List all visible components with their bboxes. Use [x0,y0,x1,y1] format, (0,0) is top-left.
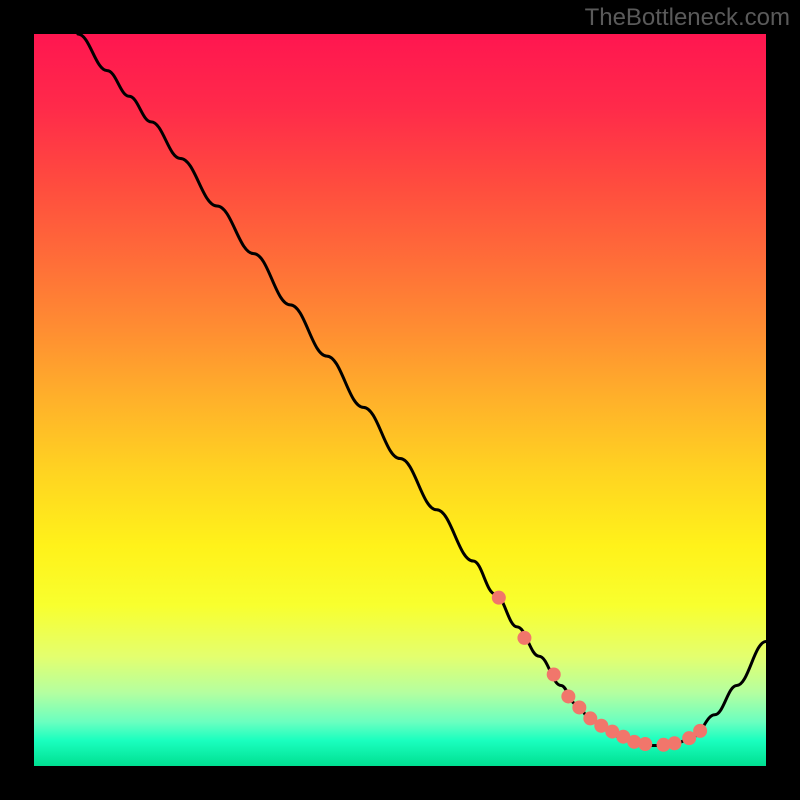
chart-plot-area [34,34,766,766]
highlight-dot [668,736,682,750]
highlight-dot [492,591,506,605]
watermark-text: TheBottleneck.com [585,4,790,32]
highlight-dot [638,737,652,751]
highlight-dot [561,689,575,703]
highlight-dot [693,724,707,738]
gradient-background [34,34,766,766]
chart-svg [34,34,766,766]
highlight-dot [547,668,561,682]
highlight-dot [517,631,531,645]
highlight-dot [572,700,586,714]
